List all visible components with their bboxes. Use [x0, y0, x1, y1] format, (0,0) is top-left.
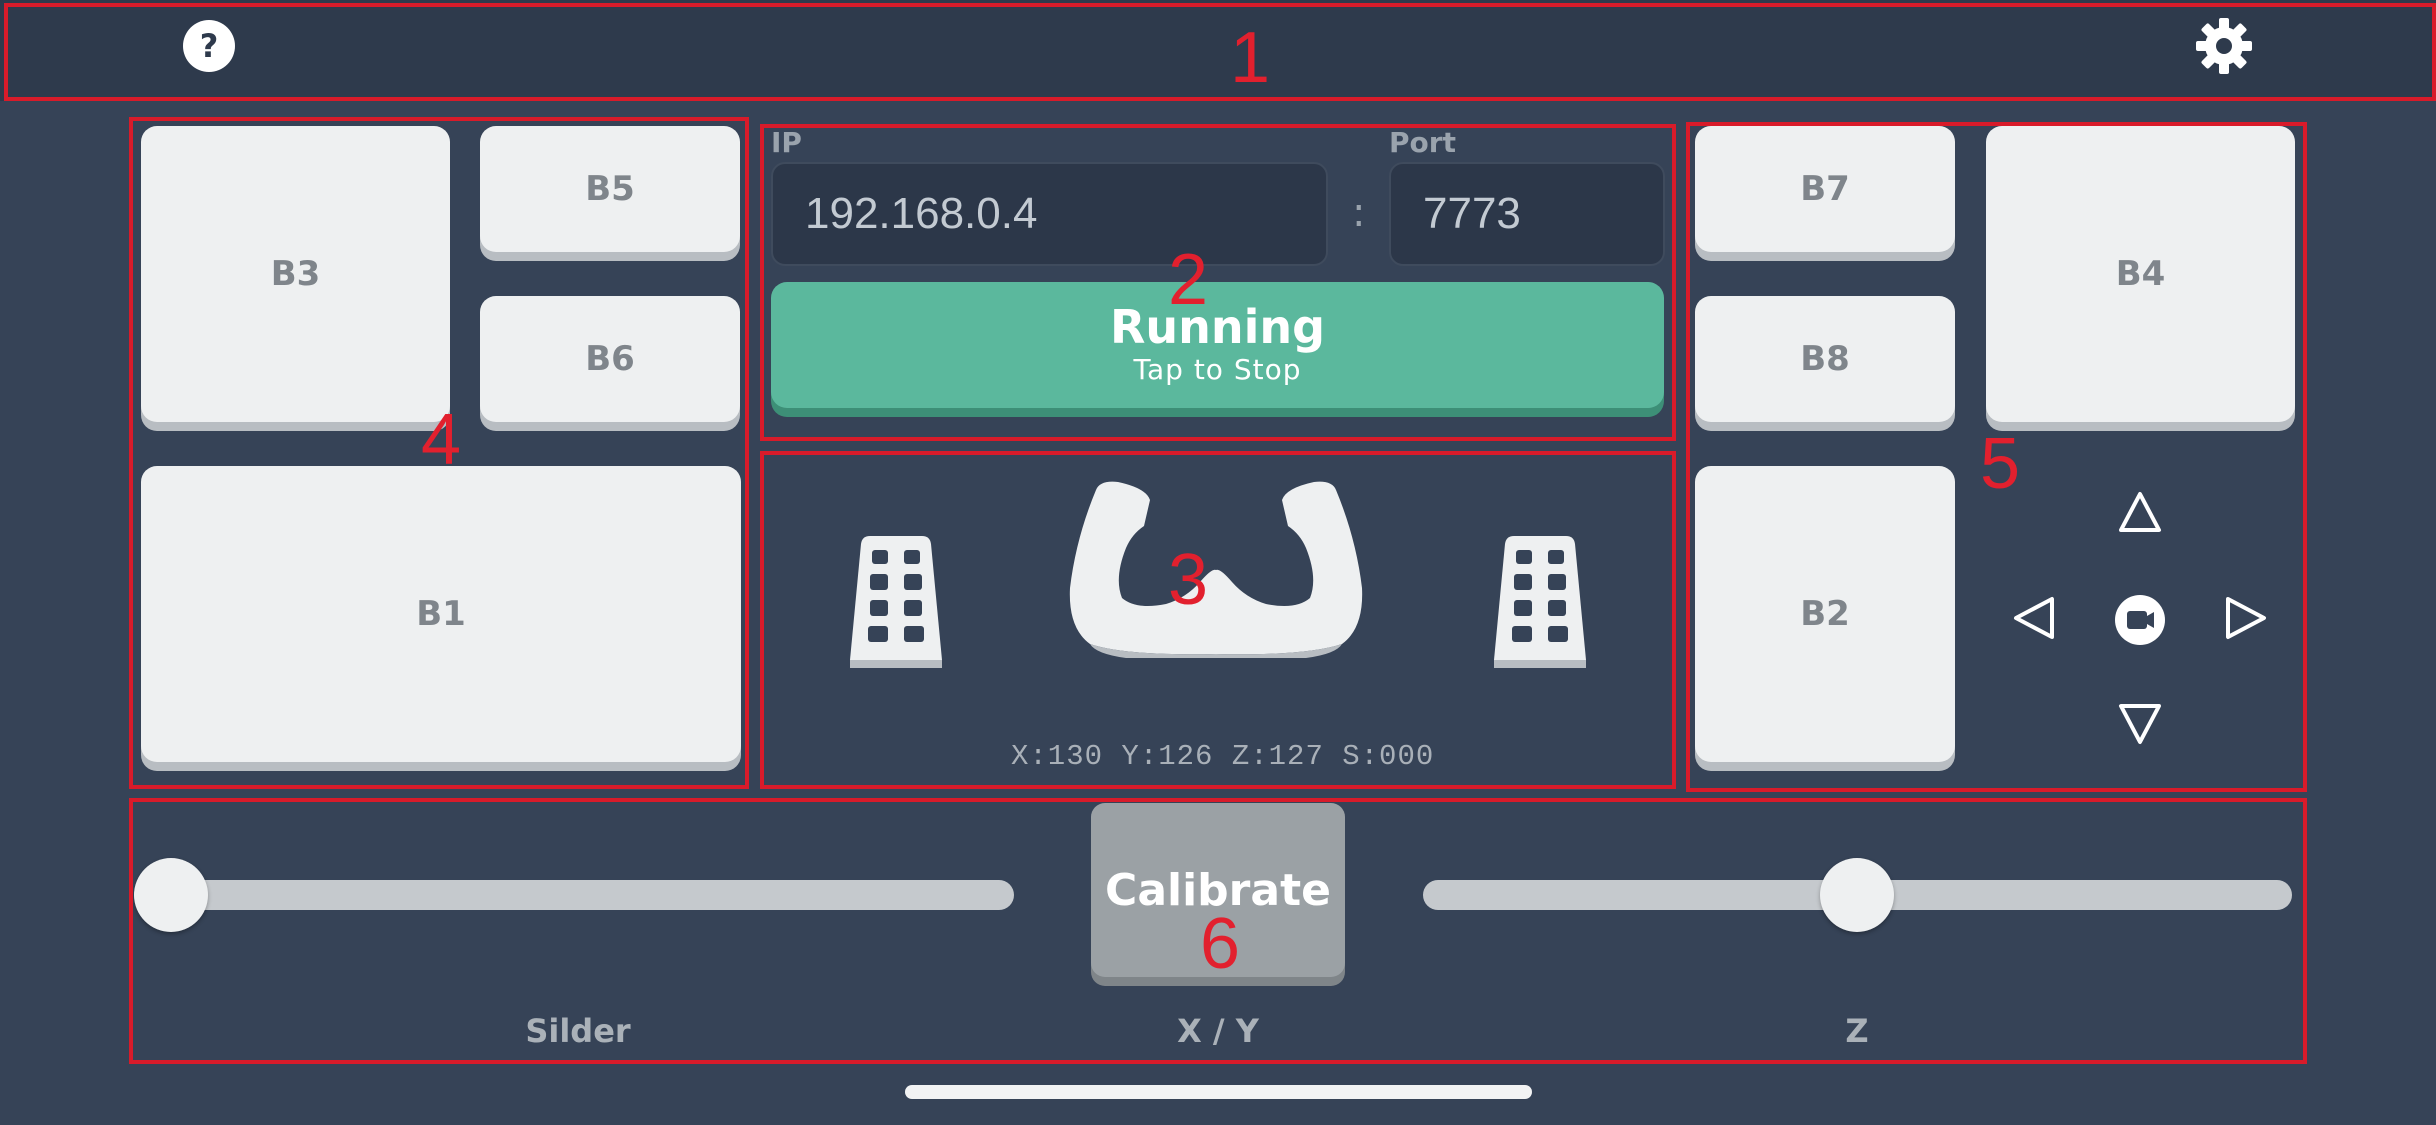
annotation-box-3	[760, 451, 1676, 789]
annotation-number-2: 2	[1168, 240, 1209, 320]
annotation-number-4: 4	[421, 400, 462, 480]
annotation-number-3: 3	[1168, 540, 1209, 620]
annotation-box-1	[4, 3, 2436, 101]
annotation-box-2	[760, 124, 1676, 441]
annotation-number-6: 6	[1200, 904, 1241, 984]
annotation-number-1: 1	[1230, 18, 1271, 98]
home-indicator[interactable]	[905, 1085, 1532, 1099]
annotation-number-5: 5	[1980, 424, 2021, 504]
